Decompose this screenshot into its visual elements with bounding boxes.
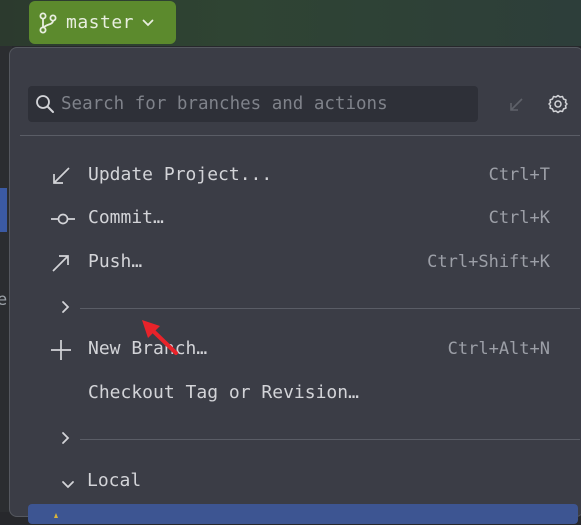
- favorite-star-icon: [50, 506, 62, 525]
- gear-icon[interactable]: [547, 93, 569, 119]
- action-update-project[interactable]: Update Project... Ctrl+T: [50, 161, 550, 191]
- fetch-icon[interactable]: [506, 95, 526, 119]
- action-label: Commit…: [88, 207, 164, 228]
- branch-widget-button[interactable]: master: [29, 1, 176, 44]
- background-selection-accent: [0, 188, 7, 232]
- shortcut-label: Ctrl+Alt+N: [447, 339, 550, 359]
- collapsed-group-2[interactable]: [60, 424, 580, 454]
- selected-branch-row[interactable]: [28, 504, 578, 524]
- branch-name: master: [66, 12, 135, 33]
- annotation-arrow-icon: [140, 318, 182, 362]
- section-label: Local: [87, 470, 142, 491]
- local-branches-section[interactable]: Local: [60, 468, 360, 498]
- chevron-down-icon: [142, 18, 154, 28]
- branch-icon: [38, 12, 58, 34]
- group-separator: [80, 308, 580, 309]
- action-label: Update Project...: [88, 164, 273, 185]
- shortcut-label: Ctrl+Shift+K: [427, 252, 550, 272]
- collapsed-group-1[interactable]: [60, 293, 580, 323]
- chevron-right-icon[interactable]: [60, 430, 72, 450]
- background-text-fragment: e: [0, 290, 8, 310]
- search-icon: [35, 94, 55, 118]
- update-arrow-icon: [50, 165, 72, 187]
- group-separator: [80, 439, 580, 440]
- action-commit[interactable]: Commit… Ctrl+K: [50, 204, 550, 234]
- action-new-branch[interactable]: New Branch… Ctrl+Alt+N: [50, 335, 550, 365]
- main-toolbar: master: [0, 0, 581, 46]
- action-label: Checkout Tag or Revision…: [88, 382, 359, 403]
- search-box[interactable]: [28, 86, 478, 122]
- search-input[interactable]: [61, 86, 471, 122]
- action-checkout-tag-or-revision[interactable]: Checkout Tag or Revision…: [50, 379, 550, 409]
- shortcut-label: Ctrl+T: [488, 165, 550, 185]
- commit-icon: [50, 208, 75, 230]
- plus-icon: [50, 339, 72, 361]
- action-label: Push…: [88, 251, 143, 272]
- action-push[interactable]: Push… Ctrl+Shift+K: [50, 248, 550, 278]
- branches-popup: Update Project... Ctrl+T Commit… Ctrl+K …: [9, 47, 581, 524]
- chevron-right-icon[interactable]: [60, 299, 72, 319]
- push-arrow-icon: [50, 252, 72, 274]
- shortcut-label: Ctrl+K: [488, 208, 550, 228]
- chevron-down-icon[interactable]: [60, 476, 76, 495]
- search-separator: [20, 135, 580, 136]
